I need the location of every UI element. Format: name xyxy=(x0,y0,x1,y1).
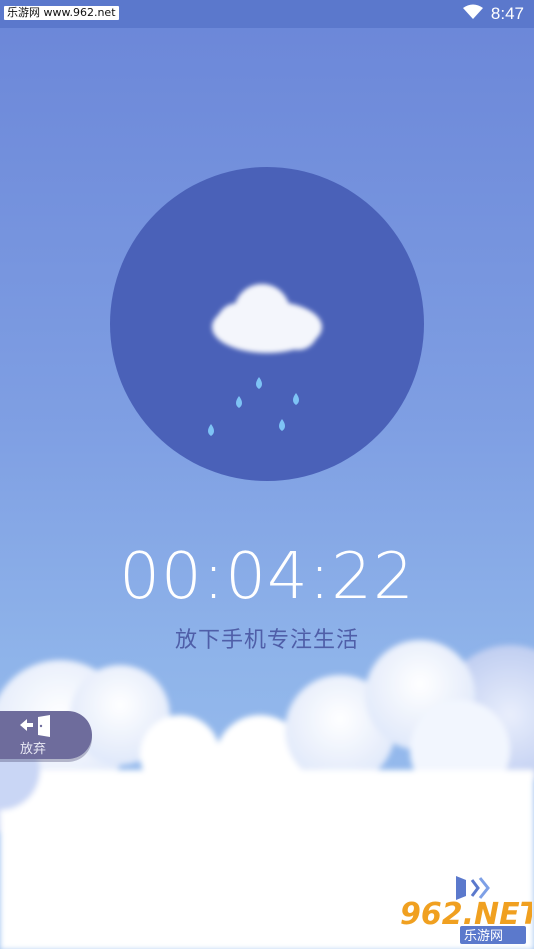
give-up-button[interactable]: 放弃 xyxy=(0,711,92,759)
raindrops xyxy=(208,377,299,436)
site-logo: 962.NET 乐游网 xyxy=(400,876,532,944)
focus-screen: 乐游网 www.962.net 8:47 00:04:22 放下手机专注生活 放… xyxy=(0,0,534,949)
status-time: 8:47 xyxy=(490,4,524,23)
give-up-label: 放弃 xyxy=(20,742,47,757)
status-bar: 乐游网 www.962.net 8:47 xyxy=(0,0,534,28)
scene-circle xyxy=(110,167,424,481)
focus-timer: 00:04:22 xyxy=(119,540,415,614)
wifi-icon xyxy=(462,4,483,24)
logo-brand-cn: 乐游网 xyxy=(464,929,503,944)
watermark-tag: 乐游网 www.962.net xyxy=(4,6,119,20)
exit-door-icon xyxy=(20,715,50,737)
rain-cloud-icon xyxy=(208,284,322,436)
status-right: 8:47 xyxy=(462,4,524,24)
